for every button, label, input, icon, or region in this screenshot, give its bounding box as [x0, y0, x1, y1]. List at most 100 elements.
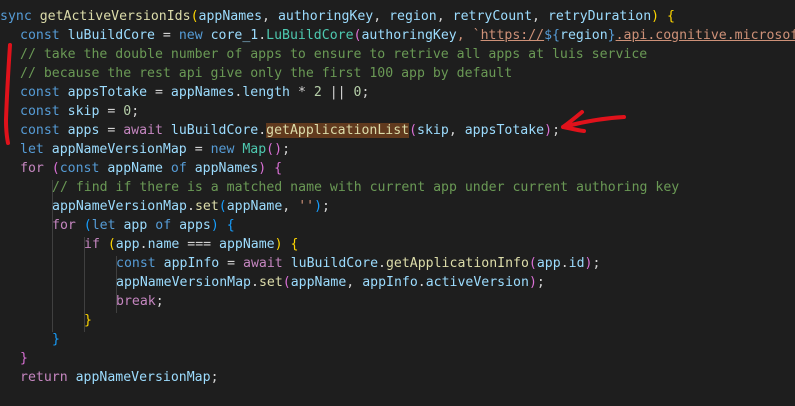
code-token: ( [190, 9, 199, 24]
code-token: , [448, 123, 465, 138]
code-token: ) [258, 161, 275, 176]
code-token: LuBuildCore [266, 28, 354, 43]
code-token: // take the double number of apps to ens… [20, 47, 648, 62]
code-token: id [568, 256, 585, 271]
code-token: ( [282, 275, 291, 290]
code-token: . [250, 275, 259, 290]
code-token: 2 [313, 85, 322, 100]
code-token: return [20, 370, 76, 385]
code-token: } [607, 28, 616, 43]
code-token: appInfo [362, 275, 418, 290]
red-vertical-bracket-mark [3, 43, 12, 145]
code-token: . [417, 275, 426, 290]
code-token: appName [219, 237, 275, 252]
code-token: , [346, 275, 363, 290]
code-token: } [52, 332, 60, 347]
code-token: = [99, 123, 124, 138]
code-token: ) [314, 199, 323, 214]
code-token: ; [592, 256, 601, 271]
code-token: appNameVersionMap [52, 199, 187, 214]
red-arrow-mark [561, 110, 626, 133]
code-line: } [84, 311, 92, 330]
code-token: ) [651, 9, 668, 24]
code-token: appNames [170, 85, 235, 100]
code-line: appNameVersionMap.set(appName, appInfo.a… [116, 273, 545, 292]
code-token: || [321, 85, 354, 100]
code-token: { [274, 161, 283, 176]
code-token: , [262, 9, 278, 24]
code-token: const [116, 256, 164, 271]
code-token: . [258, 123, 267, 138]
code-token: let [91, 218, 124, 233]
code-token: apps [179, 218, 211, 233]
code-token: , [282, 199, 299, 214]
code-token: await [243, 256, 291, 271]
code-token: appsTotake [464, 123, 545, 138]
code-token: const [20, 28, 68, 43]
code-token: // find if there is a matched name with … [52, 180, 680, 195]
code-token: length [242, 85, 290, 100]
code-token: authoringKey [361, 28, 457, 43]
code-line: const skip = 0; [20, 102, 139, 121]
code-line: if (app.name === appName) { [84, 235, 298, 254]
code-token: 0 [123, 104, 132, 119]
code-token: = [99, 104, 124, 119]
code-token: . [258, 28, 267, 43]
code-token: ) [544, 123, 553, 138]
code-token: const [59, 161, 108, 176]
code-line: for (const appName of appNames) { [20, 159, 282, 178]
code-token: ; [210, 370, 219, 385]
code-line: // take the double number of apps to ens… [20, 45, 647, 64]
code-token: sync [0, 9, 40, 24]
code-token: ( [51, 161, 60, 176]
code-token: region [389, 9, 437, 24]
code-token: const [20, 85, 68, 100]
code-token: . [186, 199, 195, 214]
code-token: luBuildCore [67, 28, 155, 43]
code-token: * [290, 85, 314, 100]
code-token: ; [552, 123, 561, 138]
code-token: ; [131, 104, 140, 119]
code-token: of [162, 161, 195, 176]
code-editor[interactable]: sync getActiveVersionIds(appNames, autho… [0, 0, 795, 406]
code-token: set [258, 275, 283, 290]
code-token: ; [282, 142, 291, 157]
code-token: ( [218, 199, 227, 214]
code-token: appsTotake [67, 85, 148, 100]
code-token: , [532, 9, 548, 24]
code-token: app [115, 237, 140, 252]
code-line: return appNameVersionMap; [20, 368, 219, 387]
code-token: core_1 [210, 28, 259, 43]
code-token: = [186, 142, 211, 157]
code-token: luBuildCore [170, 123, 259, 138]
code-token: { [290, 237, 299, 252]
code-line: const appsTotake = appNames.length * 2 |… [20, 83, 369, 102]
code-line: sync getActiveVersionIds(appNames, autho… [0, 7, 675, 26]
code-token: set [194, 199, 219, 214]
code-token: . [560, 256, 569, 271]
code-token: ( [528, 256, 537, 271]
code-token: ${ [544, 28, 560, 43]
code-token: ; [361, 85, 370, 100]
code-line: const apps = await luBuildCore.getApplic… [20, 121, 560, 140]
code-token: luBuildCore [290, 256, 379, 271]
code-token: skip [67, 104, 100, 119]
code-token: appInfo [163, 256, 220, 271]
code-token: appNameVersionMap [51, 142, 187, 157]
code-line: for (let app of apps) { [52, 216, 235, 235]
code-token: https:// [480, 28, 545, 43]
code-token: } [84, 313, 92, 328]
code-token: = [147, 85, 171, 100]
code-token: await [123, 123, 171, 138]
code-token: appName [107, 161, 163, 176]
code-token: { [226, 218, 235, 233]
code-token: ) [528, 275, 537, 290]
code-token: , [373, 9, 390, 24]
code-line: // because the rest api give only the fi… [20, 64, 512, 83]
code-token: of [147, 218, 180, 233]
code-line: } [52, 330, 60, 349]
code-token: apps [67, 123, 100, 138]
code-token: app [123, 218, 148, 233]
code-token: let [20, 142, 52, 157]
code-token: = [219, 256, 244, 271]
